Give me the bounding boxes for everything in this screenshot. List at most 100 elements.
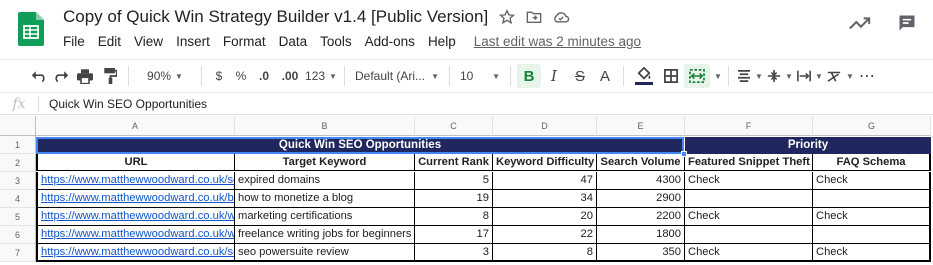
header-cell-target-keyword[interactable]: Target Keyword	[235, 154, 415, 171]
header-cell-featured-snippet-theft[interactable]: Featured Snippet Theft	[685, 154, 813, 171]
current-rank-cell[interactable]: 5	[415, 172, 493, 190]
header-cell-search-volume[interactable]: Search Volume	[597, 154, 685, 171]
column-header-c[interactable]: C	[415, 116, 493, 136]
featured-snippet-cell[interactable]	[685, 226, 813, 244]
featured-snippet-cell[interactable]: Check	[685, 208, 813, 226]
column-header-g[interactable]: G	[813, 116, 931, 136]
menu-view[interactable]: View	[134, 34, 163, 49]
menu-file[interactable]: File	[63, 34, 85, 49]
horizontal-align-icon[interactable]: ▼	[735, 64, 765, 88]
increase-decimal-button[interactable]: .00	[276, 64, 304, 88]
featured-snippet-cell[interactable]: Check	[685, 172, 813, 190]
search-volume-cell[interactable]: 2900	[597, 190, 685, 208]
keyword-cell[interactable]: marketing certifications	[235, 208, 415, 226]
more-formats-button[interactable]: 123 ▼	[304, 64, 338, 88]
menu-edit[interactable]: Edit	[98, 34, 121, 49]
menu-format[interactable]: Format	[223, 34, 266, 49]
header-cell-url[interactable]: URL	[36, 154, 235, 171]
merge-cells-icon[interactable]	[684, 64, 710, 88]
chevron-down-icon[interactable]: ▼	[714, 72, 722, 81]
formula-input[interactable]: Quick Win SEO Opportunities	[49, 97, 207, 111]
search-volume-cell[interactable]: 350	[597, 244, 685, 262]
faq-schema-cell[interactable]	[813, 190, 931, 208]
url-cell[interactable]: https://www.matthewwoodward.co.uk/se	[36, 172, 235, 190]
select-all-corner[interactable]	[0, 116, 36, 136]
column-header-a[interactable]: A	[36, 116, 235, 136]
undo-icon[interactable]	[28, 64, 50, 88]
format-percent-button[interactable]: %	[230, 64, 252, 88]
faq-schema-cell[interactable]: Check	[813, 208, 931, 226]
row-header-6[interactable]: 6	[0, 226, 36, 244]
text-wrapping-icon[interactable]: ▼	[795, 64, 825, 88]
document-title[interactable]: Copy of Quick Win Strategy Builder v1.4 …	[63, 7, 488, 27]
search-volume-cell[interactable]: 4300	[597, 172, 685, 190]
column-header-b[interactable]: B	[235, 116, 415, 136]
menu-add-ons[interactable]: Add-ons	[365, 34, 415, 49]
move-to-folder-icon[interactable]	[525, 8, 543, 26]
search-volume-cell[interactable]: 2200	[597, 208, 685, 226]
italic-button[interactable]: I	[541, 64, 567, 88]
fill-color-icon[interactable]	[630, 64, 658, 88]
selection-fill-handle[interactable]	[681, 151, 687, 157]
row-header-2[interactable]: 2	[0, 154, 36, 172]
paint-format-icon[interactable]	[98, 64, 122, 88]
priority-title-cell[interactable]: Priority	[685, 137, 931, 154]
url-cell[interactable]: https://www.matthewwoodward.co.uk/blo	[36, 190, 235, 208]
menu-insert[interactable]: Insert	[176, 34, 210, 49]
current-rank-cell[interactable]: 8	[415, 208, 493, 226]
print-icon[interactable]	[72, 64, 98, 88]
keyword-cell[interactable]: freelance writing jobs for beginners	[235, 226, 415, 244]
row-header-3[interactable]: 3	[0, 172, 36, 190]
column-header-d[interactable]: D	[493, 116, 597, 136]
menu-tools[interactable]: Tools	[320, 34, 352, 49]
activity-trend-icon[interactable]	[849, 15, 871, 36]
merged-title-cell[interactable]: Quick Win SEO Opportunities	[36, 137, 684, 154]
comments-icon[interactable]	[897, 13, 917, 38]
column-header-e[interactable]: E	[597, 116, 685, 136]
row-header-7[interactable]: 7	[0, 244, 36, 262]
keyword-difficulty-cell[interactable]: 8	[493, 244, 597, 262]
row-header-5[interactable]: 5	[0, 208, 36, 226]
faq-schema-cell[interactable]: Check	[813, 244, 931, 262]
keyword-cell[interactable]: expired domains	[235, 172, 415, 190]
strikethrough-button[interactable]: S	[567, 64, 593, 88]
keyword-cell[interactable]: how to monetize a blog	[235, 190, 415, 208]
keyword-difficulty-cell[interactable]: 20	[493, 208, 597, 226]
vertical-align-icon[interactable]: ▼	[765, 64, 795, 88]
font-family-select[interactable]: Default (Ari... ▼	[351, 64, 443, 88]
current-rank-cell[interactable]: 19	[415, 190, 493, 208]
text-rotation-icon[interactable]: ▼	[825, 64, 855, 88]
current-rank-cell[interactable]: 17	[415, 226, 493, 244]
url-cell[interactable]: https://www.matthewwoodward.co.uk/wo	[36, 226, 235, 244]
search-volume-cell[interactable]: 1800	[597, 226, 685, 244]
menu-data[interactable]: Data	[279, 34, 308, 49]
star-icon[interactable]	[498, 8, 516, 26]
last-edit-link[interactable]: Last edit was 2 minutes ago	[474, 34, 641, 49]
faq-schema-cell[interactable]: Check	[813, 172, 931, 190]
header-cell-faq-schema[interactable]: FAQ Schema	[813, 154, 931, 171]
google-sheets-logo-icon[interactable]	[18, 12, 44, 46]
keyword-difficulty-cell[interactable]: 34	[493, 190, 597, 208]
header-cell-keyword-difficulty[interactable]: Keyword Difficulty	[493, 154, 597, 171]
row-header-1[interactable]: 1	[0, 136, 36, 154]
format-currency-button[interactable]: $	[208, 64, 230, 88]
borders-icon[interactable]	[658, 64, 684, 88]
featured-snippet-cell[interactable]: Check	[685, 244, 813, 262]
cloud-status-icon[interactable]	[552, 8, 570, 26]
keyword-difficulty-cell[interactable]: 47	[493, 172, 597, 190]
faq-schema-cell[interactable]	[813, 226, 931, 244]
bold-button[interactable]: B	[517, 64, 541, 88]
decrease-decimal-button[interactable]: .0	[252, 64, 276, 88]
redo-icon[interactable]	[50, 64, 72, 88]
font-size-select[interactable]: 10 ▼	[456, 64, 504, 88]
keyword-cell[interactable]: seo powersuite review	[235, 244, 415, 262]
featured-snippet-cell[interactable]	[685, 190, 813, 208]
url-cell[interactable]: https://www.matthewwoodward.co.uk/se	[36, 244, 235, 262]
row-header-4[interactable]: 4	[0, 190, 36, 208]
header-cell-current-rank[interactable]: Current Rank	[415, 154, 493, 171]
menu-help[interactable]: Help	[428, 34, 456, 49]
column-header-f[interactable]: F	[685, 116, 813, 136]
text-color-button[interactable]: A	[593, 64, 617, 88]
current-rank-cell[interactable]: 3	[415, 244, 493, 262]
keyword-difficulty-cell[interactable]: 22	[493, 226, 597, 244]
